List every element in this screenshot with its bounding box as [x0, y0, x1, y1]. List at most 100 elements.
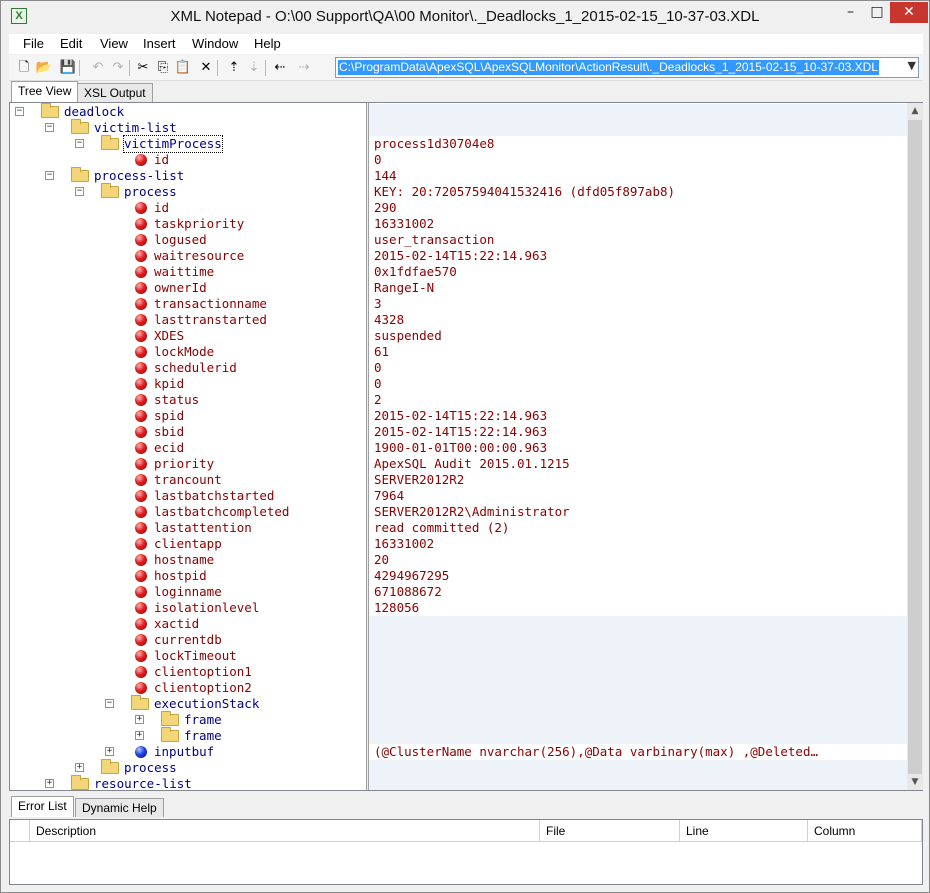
close-button[interactable]: ✕: [890, 2, 928, 23]
cut-icon[interactable]: ✂: [134, 59, 152, 77]
node-value[interactable]: 0: [369, 152, 907, 168]
tree-node-label[interactable]: XDES: [154, 328, 184, 344]
collapse-icon[interactable]: −: [75, 139, 84, 148]
tree-node[interactable]: trancount: [10, 472, 366, 488]
xml-tree[interactable]: − deadlock − victim-list − victimProcess id − pr…: [10, 103, 366, 790]
tree-node[interactable]: lockMode: [10, 344, 366, 360]
tree-node[interactable]: isolationlevel: [10, 600, 366, 616]
tree-node-label[interactable]: process: [124, 184, 177, 200]
node-value[interactable]: 128056: [369, 600, 907, 616]
tree-node-label[interactable]: lastbatchcompleted: [154, 504, 289, 520]
tree-node[interactable]: lastbatchcompleted: [10, 504, 366, 520]
tree-node[interactable]: sbid: [10, 424, 366, 440]
expand-icon[interactable]: +: [105, 747, 114, 756]
path-combobox[interactable]: C:\ProgramData\ApexSQL\ApexSQLMonitor\Ac…: [335, 57, 919, 78]
chevron-down-icon[interactable]: ▼: [908, 59, 916, 72]
tree-node[interactable]: hostname: [10, 552, 366, 568]
tree-node[interactable]: − process: [10, 183, 366, 200]
tree-node-label[interactable]: schedulerid: [154, 360, 237, 376]
tree-node[interactable]: − victimProcess: [10, 135, 366, 153]
tree-node-label[interactable]: sbid: [154, 424, 184, 440]
node-value[interactable]: user_transaction: [369, 232, 907, 248]
tree-node[interactable]: taskpriority: [10, 216, 366, 232]
tree-node-label[interactable]: status: [154, 392, 199, 408]
tree-node[interactable]: lastbatchstarted: [10, 488, 366, 504]
open-icon[interactable]: 📂: [35, 59, 53, 77]
tree-node[interactable]: − executionStack: [10, 695, 366, 712]
node-value[interactable]: 671088672: [369, 584, 907, 600]
node-value[interactable]: ApexSQL Audit 2015.01.1215: [369, 456, 907, 472]
tree-node-label[interactable]: priority: [154, 456, 214, 472]
node-value[interactable]: SERVER2012R2: [369, 472, 907, 488]
expand-icon[interactable]: +: [75, 763, 84, 772]
tab-dynamic-help[interactable]: Dynamic Help: [75, 798, 164, 817]
redo-icon[interactable]: ↷: [109, 59, 127, 77]
menu-view[interactable]: View: [100, 36, 128, 51]
node-value[interactable]: (@ClusterName nvarchar(256),@Data varbin…: [369, 744, 907, 760]
tree-node-label[interactable]: lockMode: [154, 344, 214, 360]
tree-node-label[interactable]: loginname: [154, 584, 222, 600]
tree-node[interactable]: id: [10, 200, 366, 216]
tree-node-label[interactable]: spid: [154, 408, 184, 424]
collapse-icon[interactable]: −: [105, 699, 114, 708]
expand-icon[interactable]: +: [135, 731, 144, 740]
tree-node[interactable]: status: [10, 392, 366, 408]
tree-node[interactable]: kpid: [10, 376, 366, 392]
tree-node[interactable]: + frame: [10, 727, 366, 744]
tree-node-label[interactable]: deadlock: [64, 104, 124, 120]
nudge-down-icon[interactable]: ⇣: [245, 59, 263, 77]
node-value[interactable]: 2: [369, 392, 907, 408]
menu-help[interactable]: Help: [254, 36, 281, 51]
expand-icon[interactable]: +: [135, 715, 144, 724]
collapse-icon[interactable]: −: [75, 187, 84, 196]
node-value[interactable]: [369, 632, 907, 648]
menu-insert[interactable]: Insert: [143, 36, 176, 51]
collapse-icon[interactable]: −: [15, 107, 24, 116]
tree-node-label[interactable]: isolationlevel: [154, 600, 259, 616]
tree-node[interactable]: spid: [10, 408, 366, 424]
tree-node[interactable]: ownerId: [10, 280, 366, 296]
delete-icon[interactable]: ✕: [197, 59, 215, 77]
tree-node-label[interactable]: resource-list: [94, 776, 192, 790]
minimize-button[interactable]: –: [837, 2, 864, 23]
nudge-right-icon[interactable]: ⇢: [295, 59, 313, 77]
tree-node[interactable]: lockTimeout: [10, 648, 366, 664]
tree-node-label[interactable]: victim-list: [94, 120, 177, 136]
tree-node-label[interactable]: transactionname: [154, 296, 267, 312]
node-value[interactable]: [369, 120, 907, 136]
scroll-thumb[interactable]: [908, 120, 922, 774]
node-value[interactable]: 20: [369, 552, 907, 568]
new-icon[interactable]: 🗋: [15, 59, 33, 77]
path-value[interactable]: C:\ProgramData\ApexSQL\ApexSQLMonitor\Ac…: [338, 60, 879, 75]
tree-node[interactable]: lasttranstarted: [10, 312, 366, 328]
node-value[interactable]: 1900-01-01T00:00:00.963: [369, 440, 907, 456]
node-value[interactable]: [369, 712, 907, 728]
tree-node[interactable]: clientoption1: [10, 664, 366, 680]
tree-node[interactable]: + frame: [10, 711, 366, 728]
node-value[interactable]: 144: [369, 168, 907, 184]
tree-node-label[interactable]: waittime: [154, 264, 214, 280]
tree-node[interactable]: logused: [10, 232, 366, 248]
save-icon[interactable]: 💾: [59, 59, 77, 77]
node-value[interactable]: 0x1fdfae570: [369, 264, 907, 280]
nudge-up-icon[interactable]: ⇡: [225, 59, 243, 77]
error-icon-column[interactable]: [10, 820, 30, 842]
column-line[interactable]: Line: [680, 820, 808, 842]
paste-icon[interactable]: 📋: [174, 59, 192, 77]
tree-node-label[interactable]: hostname: [154, 552, 214, 568]
tree-node-label[interactable]: clientoption1: [154, 664, 252, 680]
tree-node-label[interactable]: victimProcess: [123, 135, 223, 153]
tree-node[interactable]: + process: [10, 759, 366, 776]
node-values[interactable]: process1d30704e8 0 144 KEY: 20:720575940415…: [369, 103, 907, 790]
node-value[interactable]: read committed (2): [369, 520, 907, 536]
node-value[interactable]: [369, 616, 907, 632]
node-value[interactable]: RangeI-N: [369, 280, 907, 296]
copy-icon[interactable]: ⎘: [154, 59, 172, 77]
menu-edit[interactable]: Edit: [60, 36, 82, 51]
tree-node-label[interactable]: clientapp: [154, 536, 222, 552]
tree-node-label[interactable]: logused: [154, 232, 207, 248]
menu-file[interactable]: File: [23, 36, 44, 51]
node-value[interactable]: [369, 728, 907, 744]
tree-node-label[interactable]: inputbuf: [154, 744, 214, 760]
collapse-icon[interactable]: −: [45, 171, 54, 180]
